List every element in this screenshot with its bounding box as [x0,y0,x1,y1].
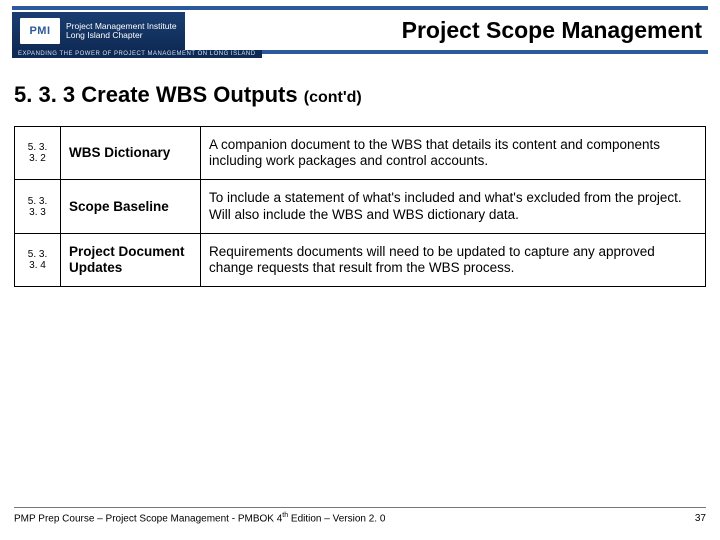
logo-text: Project Management Institute Long Island… [66,22,177,40]
row-number: 5. 3. 3. 2 [15,127,61,180]
row-name: Project Document Updates [61,233,201,286]
page-title: Project Scope Management [402,17,702,44]
table-row: 5. 3. 3. 3 Scope Baseline To include a s… [15,180,706,233]
section-cont: (cont'd) [304,89,362,106]
outputs-table: 5. 3. 3. 2 WBS Dictionary A companion do… [14,126,706,287]
header-bar: PMI Project Management Institute Long Is… [12,6,708,54]
logo-block: PMI Project Management Institute Long Is… [12,12,185,50]
footer-text-a: PMP Prep Course – Project Scope Manageme… [14,513,282,524]
table-row: 5. 3. 3. 2 WBS Dictionary A companion do… [15,127,706,180]
row-desc: Requirements documents will need to be u… [201,233,706,286]
row-desc: To include a statement of what's include… [201,180,706,233]
row-name: Scope Baseline [61,180,201,233]
pmi-logo-icon: PMI [20,18,60,44]
footer-text-b: Edition – Version 2. 0 [288,513,385,524]
section-heading: 5. 3. 3 Create WBS Outputs (cont'd) [14,82,362,108]
table-row: 5. 3. 3. 4 Project Document Updates Requ… [15,233,706,286]
footer-left: PMP Prep Course – Project Scope Manageme… [14,512,385,524]
logo-tagline: EXPANDING THE POWER OF PROJECT MANAGEMEN… [12,50,262,58]
row-number: 5. 3. 3. 4 [15,233,61,286]
logo-line2: Long Island Chapter [66,31,177,40]
footer: PMP Prep Course – Project Scope Manageme… [14,507,706,524]
page-number: 37 [695,513,706,524]
row-number: 5. 3. 3. 3 [15,180,61,233]
row-name: WBS Dictionary [61,127,201,180]
row-desc: A companion document to the WBS that det… [201,127,706,180]
section-number-title: 5. 3. 3 Create WBS Outputs [14,82,304,107]
